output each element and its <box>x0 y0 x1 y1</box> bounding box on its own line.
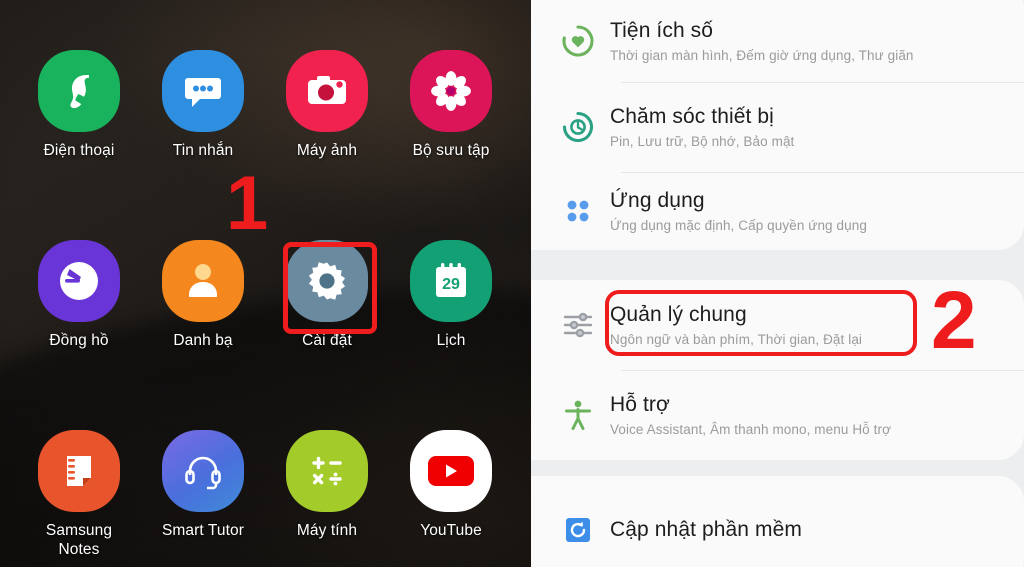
step-1-marker: 1 <box>226 161 269 246</box>
app-label: Máy tính <box>296 522 358 539</box>
calendar-icon[interactable]: 29 <box>410 240 492 322</box>
app-grid: Điện thoại Tin nhắn Máy ảnh Bộ sưu tập Đ… <box>0 0 531 567</box>
settings-item-text: Tiện ích số Thời gian màn hình, Đếm giờ … <box>605 18 914 65</box>
settings-item-subtitle: Thời gian màn hình, Đếm giờ ứng dụng, Th… <box>610 47 914 63</box>
messages-glyph <box>185 78 221 107</box>
app-label: Samsung Notes <box>45 522 113 558</box>
settings-item-apps[interactable]: Ứng dụng Ứng dụng mặc định, Cấp quyền ứn… <box>531 172 1024 250</box>
notes-glyph <box>67 456 91 486</box>
screenshot-root: Điện thoại Tin nhắn Máy ảnh Bộ sưu tập Đ… <box>0 0 1024 567</box>
settings-item-digital-wellbeing[interactable]: Tiện ích số Thời gian màn hình, Đếm giờ … <box>531 0 1024 82</box>
app-smart-tutor[interactable]: Smart Tutor <box>141 430 265 540</box>
device-care-glyph <box>562 111 594 143</box>
clock-glyph <box>60 262 98 300</box>
settings-item-title: Tiện ích số <box>610 18 714 42</box>
camera-icon[interactable] <box>286 50 368 132</box>
settings-item-title: Quản lý chung <box>610 302 747 326</box>
camera-glyph <box>308 76 346 104</box>
settings-item-subtitle: Pin, Lưu trữ, Bộ nhớ, Bảo mật <box>610 133 795 149</box>
calendar-glyph: 29 <box>436 263 466 297</box>
app-samsung-notes[interactable]: Samsung Notes <box>17 430 141 559</box>
settings-item-subtitle: Ứng dụng mặc định, Cấp quyền ứng dụng <box>610 217 867 233</box>
sliders-glyph <box>563 312 593 338</box>
youtube-glyph <box>428 456 474 486</box>
settings-item-text: Quản lý chung Ngôn ngữ và bàn phím, Thời… <box>605 302 862 349</box>
app-label: Lịch <box>436 332 466 349</box>
app-calculator[interactable]: Máy tính <box>265 430 389 540</box>
apps-grid-icon <box>551 195 605 227</box>
settings-item-title: Cập nhật phần mềm <box>610 518 802 541</box>
settings-item-accessibility[interactable]: Hỗ trợ Voice Assistant, Âm thanh mono, m… <box>531 370 1024 460</box>
app-clock[interactable]: Đồng hồ <box>17 240 141 350</box>
phone-icon[interactable] <box>38 50 120 132</box>
wellbeing-glyph <box>562 25 594 57</box>
app-label: YouTube <box>420 522 482 539</box>
app-label: Điện thoại <box>43 142 115 159</box>
app-phone[interactable]: Điện thoại <box>17 50 141 160</box>
app-gallery[interactable]: Bộ sưu tập <box>389 50 513 160</box>
app-label: Bộ sưu tập <box>412 142 490 159</box>
settings-item-title: Chăm sóc thiết bị <box>610 104 774 128</box>
app-label: Đồng hồ <box>49 332 109 349</box>
settings-item-device-care[interactable]: Chăm sóc thiết bị Pin, Lưu trữ, Bộ nhớ, … <box>531 82 1024 172</box>
home-screen: Điện thoại Tin nhắn Máy ảnh Bộ sưu tập Đ… <box>0 0 531 567</box>
app-label: Cài đặt <box>302 332 352 349</box>
accessibility-person-icon <box>551 398 605 432</box>
app-settings[interactable]: Cài đặt <box>265 240 389 350</box>
digital-wellbeing-heart-icon <box>551 24 605 58</box>
app-calendar[interactable]: 29 Lịch <box>389 240 513 350</box>
gallery-flower-glyph <box>431 71 471 111</box>
step-2-marker: 2 <box>931 275 977 366</box>
app-messages[interactable]: Tin nhắn <box>141 50 265 160</box>
settings-item-text: Ứng dụng Ứng dụng mặc định, Cấp quyền ứn… <box>605 188 867 235</box>
apps-grid-glyph <box>567 200 589 222</box>
settings-item-subtitle: Voice Assistant, Âm thanh mono, menu Hỗ … <box>610 421 892 437</box>
settings-panel: Tiện ích số Thời gian màn hình, Đếm giờ … <box>531 0 1024 567</box>
general-management-sliders-icon <box>551 309 605 341</box>
messages-icon[interactable] <box>162 50 244 132</box>
gallery-icon[interactable] <box>410 50 492 132</box>
settings-card-group-1: Tiện ích số Thời gian màn hình, Đếm giờ … <box>531 0 1024 250</box>
software-update-icon <box>551 515 605 545</box>
settings-card-group-2: Quản lý chung Ngôn ngữ và bàn phím, Thời… <box>531 275 1024 460</box>
app-contacts[interactable]: Danh bạ <box>141 240 265 350</box>
settings-item-title: Ứng dụng <box>610 188 705 212</box>
settings-item-software-update[interactable]: Cập nhật phần mềm <box>531 476 1024 566</box>
calendar-day-number: 29 <box>442 276 460 293</box>
contacts-icon[interactable] <box>162 240 244 322</box>
samsung-notes-icon[interactable] <box>38 430 120 512</box>
settings-card-group-3: Cập nhật phần mềm <box>531 476 1024 567</box>
phone-glyph <box>70 75 89 109</box>
app-label: Tin nhắn <box>172 142 234 159</box>
settings-item-text: Hỗ trợ Voice Assistant, Âm thanh mono, m… <box>605 392 891 439</box>
software-update-glyph <box>566 518 590 542</box>
settings-item-text: Cập nhật phần mềm <box>605 517 802 543</box>
settings-item-text: Chăm sóc thiết bị Pin, Lưu trữ, Bộ nhớ, … <box>605 104 794 151</box>
clock-icon[interactable] <box>38 240 120 322</box>
app-camera[interactable]: Máy ảnh <box>265 50 389 160</box>
headset-glyph <box>185 456 221 490</box>
settings-item-general-management[interactable]: Quản lý chung Ngôn ngữ và bàn phím, Thời… <box>531 275 1024 370</box>
app-label: Danh bạ <box>173 332 233 349</box>
contacts-person-glyph <box>189 264 217 297</box>
settings-gear-icon[interactable] <box>286 240 368 322</box>
app-youtube[interactable]: YouTube <box>389 430 513 540</box>
device-care-refresh-icon <box>551 110 605 144</box>
smart-tutor-headset-icon[interactable] <box>162 430 244 512</box>
app-label: Smart Tutor <box>161 522 245 539</box>
calculator-symbols-glyph <box>312 456 342 486</box>
accessibility-glyph <box>565 400 591 430</box>
settings-item-subtitle: Ngôn ngữ và bàn phím, Thời gian, Đặt lại <box>610 331 863 347</box>
settings-item-title: Hỗ trợ <box>610 392 670 416</box>
gear-glyph <box>308 262 346 300</box>
app-label: Máy ảnh <box>296 142 358 159</box>
youtube-play-icon[interactable] <box>410 430 492 512</box>
calculator-icon[interactable] <box>286 430 368 512</box>
